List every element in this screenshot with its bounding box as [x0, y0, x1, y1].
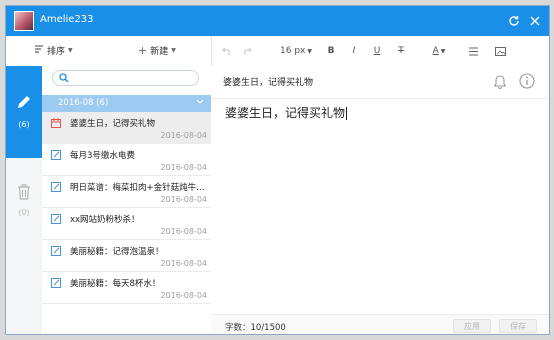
- edit-note-icon: [50, 213, 62, 225]
- editor-pane: 婆婆生日，记得买礼物 婆婆生日，记得买礼物 字数：10/1500 应用 保存: [211, 66, 549, 334]
- chevron-down-icon: ▼: [307, 47, 312, 55]
- note-header: 婆婆生日，记得买礼物: [211, 66, 549, 99]
- chevron-down-icon: ▼: [440, 47, 446, 55]
- image-icon[interactable]: [493, 43, 507, 59]
- save-button[interactable]: 保存: [499, 319, 537, 333]
- new-label: 新建: [150, 47, 169, 57]
- list-item-title: 美丽秘籍：每天8杯水！: [70, 279, 161, 289]
- sidebar-item-trash[interactable]: (0): [6, 174, 42, 234]
- edit-note-icon: [50, 181, 62, 193]
- list-item[interactable]: 明日菜谱：梅菜扣肉+金针菇炖牛… 2016-08-04: [42, 176, 211, 208]
- month-group-label: 2016-08 (6): [58, 98, 109, 108]
- search-input[interactable]: [52, 70, 199, 86]
- avatar[interactable]: [14, 11, 34, 31]
- list-item-date: 2016-08-04: [160, 195, 208, 204]
- new-note-button[interactable]: + 新建 ▼: [138, 44, 176, 57]
- toolbar: 排序 ▼ + 新建 ▼ 16 px ▼ B I U T A ▼: [6, 36, 549, 67]
- italic-button[interactable]: I: [347, 43, 361, 59]
- bold-button[interactable]: B: [324, 43, 338, 59]
- close-icon[interactable]: [526, 12, 544, 30]
- text-caret: [346, 107, 348, 120]
- list-item-title: xx网站奶粉秒杀！: [70, 215, 140, 225]
- list-item[interactable]: 美丽秘籍：每天8杯水！ 2016-08-04: [42, 272, 211, 304]
- alarm-note-icon: [50, 117, 62, 129]
- sort-button[interactable]: 排序 ▼: [34, 44, 73, 57]
- bell-icon[interactable]: [493, 73, 507, 92]
- note-body-text: 婆婆生日，记得买礼物: [225, 106, 346, 120]
- sidebar-item-notes[interactable]: (6): [6, 66, 42, 158]
- month-group-header[interactable]: 2016-08 (6): [42, 95, 211, 112]
- sync-icon[interactable]: [505, 12, 523, 30]
- font-color-label: A: [432, 46, 439, 56]
- underline-button[interactable]: U: [370, 43, 384, 59]
- note-title[interactable]: 婆婆生日，记得买礼物: [223, 75, 313, 88]
- list-item-date: 2016-08-04: [160, 163, 208, 172]
- font-color-button[interactable]: A ▼: [428, 43, 450, 59]
- list-item-date: 2016-08-04: [160, 227, 208, 236]
- username: Amelie233: [40, 14, 94, 25]
- notes-count: (6): [18, 120, 30, 129]
- list-item[interactable]: 美丽秘籍：记得泡温泉！ 2016-08-04: [42, 240, 211, 272]
- edit-note-icon: [50, 277, 62, 289]
- chevron-down-icon: ▼: [171, 47, 176, 54]
- info-icon[interactable]: [519, 73, 535, 92]
- edit-note-icon: [50, 245, 62, 257]
- list-item-title: 每月3号缴水电费: [70, 151, 135, 161]
- plus-icon: +: [138, 44, 148, 57]
- app-window: Amelie233 排序 ▼ + 新建 ▼ 16 px ▼ B I U T A …: [5, 5, 550, 335]
- search-icon: [59, 73, 69, 86]
- editor-footer: 字数：10/1500 应用 保存: [211, 314, 549, 334]
- note-list: 2016-08 (6) 婆婆生日，记得买礼物 2016-08-04 每月3号缴水…: [42, 66, 212, 334]
- list-item-date: 2016-08-04: [160, 259, 208, 268]
- sort-icon: [34, 44, 44, 57]
- chevron-down-icon: [195, 96, 205, 109]
- trash-icon: [17, 184, 31, 203]
- font-size-select[interactable]: 16 px ▼: [278, 43, 314, 59]
- title-bar: Amelie233: [6, 6, 549, 36]
- sort-label: 排序: [47, 47, 66, 57]
- strikethrough-button[interactable]: T: [394, 43, 408, 59]
- list-item-title: 美丽秘籍：记得泡温泉！: [70, 247, 164, 257]
- apply-button[interactable]: 应用: [453, 319, 491, 333]
- list-item[interactable]: 婆婆生日，记得买礼物 2016-08-04: [42, 112, 211, 144]
- list-icon[interactable]: [466, 43, 480, 59]
- undo-icon[interactable]: [220, 43, 234, 59]
- trash-count: (0): [18, 208, 30, 217]
- sidebar: (6) (0): [6, 66, 43, 334]
- list-item[interactable]: xx网站奶粉秒杀！ 2016-08-04: [42, 208, 211, 240]
- word-count: 字数：10/1500: [225, 323, 286, 333]
- list-item-date: 2016-08-04: [160, 291, 208, 300]
- toolbar-divider: [211, 36, 212, 66]
- note-body-editor[interactable]: 婆婆生日，记得买礼物: [225, 104, 348, 121]
- redo-icon[interactable]: [240, 43, 254, 59]
- list-item-date: 2016-08-04: [160, 131, 208, 140]
- pencil-icon: [16, 94, 32, 113]
- font-size-value: 16 px: [280, 46, 306, 56]
- list-item-title: 明日菜谱：梅菜扣肉+金针菇炖牛…: [70, 183, 205, 193]
- list-item[interactable]: 每月3号缴水电费 2016-08-04: [42, 144, 211, 176]
- list-item-title: 婆婆生日，记得买礼物: [70, 119, 156, 129]
- edit-note-icon: [50, 149, 62, 161]
- chevron-down-icon: ▼: [68, 47, 73, 54]
